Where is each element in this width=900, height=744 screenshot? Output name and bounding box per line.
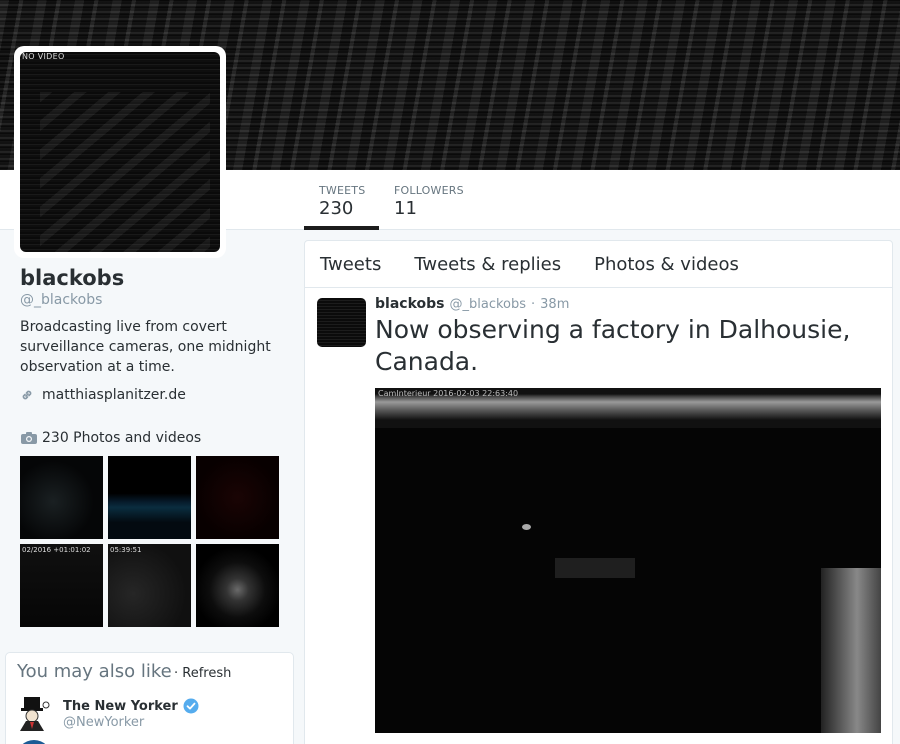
profile-name[interactable]: blackobs	[20, 266, 124, 290]
tab-photos-and-videos[interactable]: Photos & videos	[594, 254, 739, 275]
suggestion-name[interactable]: The New Yorker	[63, 698, 199, 714]
timeline: Tweets Tweets & replies Photos & videos …	[304, 240, 893, 744]
link-icon	[20, 388, 34, 402]
profile-avatar: NO VIDEO	[20, 52, 220, 252]
media-wall-edge	[821, 568, 881, 733]
thumbnail-timestamp: 02/2016 +01:01:02	[22, 546, 91, 554]
stat-followers[interactable]: FOLLOWERS 11	[394, 170, 474, 230]
suggestion-avatar[interactable]	[16, 695, 52, 731]
suggestion-avatar[interactable]	[16, 740, 52, 744]
stat-followers-label: FOLLOWERS	[394, 184, 464, 197]
tweet-header: blackobs @_blackobs · 38m	[375, 296, 569, 312]
photo-thumbnail[interactable]	[20, 456, 103, 539]
verified-badge-icon	[183, 698, 199, 714]
stat-tweets[interactable]: TWEETS 230	[304, 170, 379, 230]
photo-thumbnail[interactable]	[196, 544, 279, 627]
photos-heading-text: 230 Photos and videos	[42, 430, 202, 446]
photo-thumbnail[interactable]: 05:39:51	[108, 544, 191, 627]
tweet-text: Now observing a factory in Dalhousie, Ca…	[375, 315, 851, 376]
stat-tweets-value: 230	[319, 198, 354, 219]
media-shadow-shape	[555, 558, 635, 578]
you-may-also-like-module: You may also like · Refresh The New York…	[5, 652, 294, 744]
profile-handle[interactable]: @_blackobs	[20, 292, 102, 308]
tweet-media-image[interactable]: CamInterieur 2016-02-03 22:63:40	[375, 388, 881, 733]
profile-avatar-frame[interactable]: NO VIDEO	[14, 46, 226, 258]
photos-heading[interactable]: 230 Photos and videos	[20, 430, 201, 446]
module-title: You may also like	[17, 661, 172, 682]
profile-website-text: matthiasplanitzer.de	[42, 387, 186, 403]
photo-grid: 02/2016 +01:01:02 05:39:51	[20, 456, 282, 627]
profile-bio: Broadcasting live from covert surveillan…	[20, 319, 271, 375]
stat-followers-value: 11	[394, 198, 417, 219]
media-camera-timestamp: CamInterieur 2016-02-03 22:63:40	[378, 389, 519, 398]
photo-thumbnail[interactable]	[196, 456, 279, 539]
stat-tweets-label: TWEETS	[319, 184, 366, 197]
refresh-link[interactable]: · Refresh	[174, 666, 231, 681]
tweet-author-name[interactable]: blackobs	[375, 296, 444, 312]
media-light-spot	[522, 524, 531, 530]
tweet-timestamp[interactable]: 38m	[540, 297, 569, 312]
profile-website[interactable]: matthiasplanitzer.de	[20, 387, 186, 403]
photo-thumbnail[interactable]: 02/2016 +01:01:02	[20, 544, 103, 627]
tab-tweets-and-replies[interactable]: Tweets & replies	[414, 254, 561, 275]
avatar-overlay-text: NO VIDEO	[22, 52, 65, 61]
tab-tweets[interactable]: Tweets	[320, 254, 381, 275]
suggestion-handle[interactable]: @NewYorker	[63, 715, 144, 730]
camera-icon	[20, 431, 38, 445]
photo-thumbnail[interactable]	[108, 456, 191, 539]
tweet-avatar[interactable]	[317, 298, 366, 347]
timeline-tabs: Tweets Tweets & replies Photos & videos	[305, 241, 892, 288]
tweet-separator: ·	[531, 297, 536, 312]
thumbnail-timestamp: 05:39:51	[110, 546, 142, 554]
tweet-author-handle[interactable]: @_blackobs	[449, 297, 526, 312]
suggestion-name-text: The New Yorker	[63, 698, 178, 714]
